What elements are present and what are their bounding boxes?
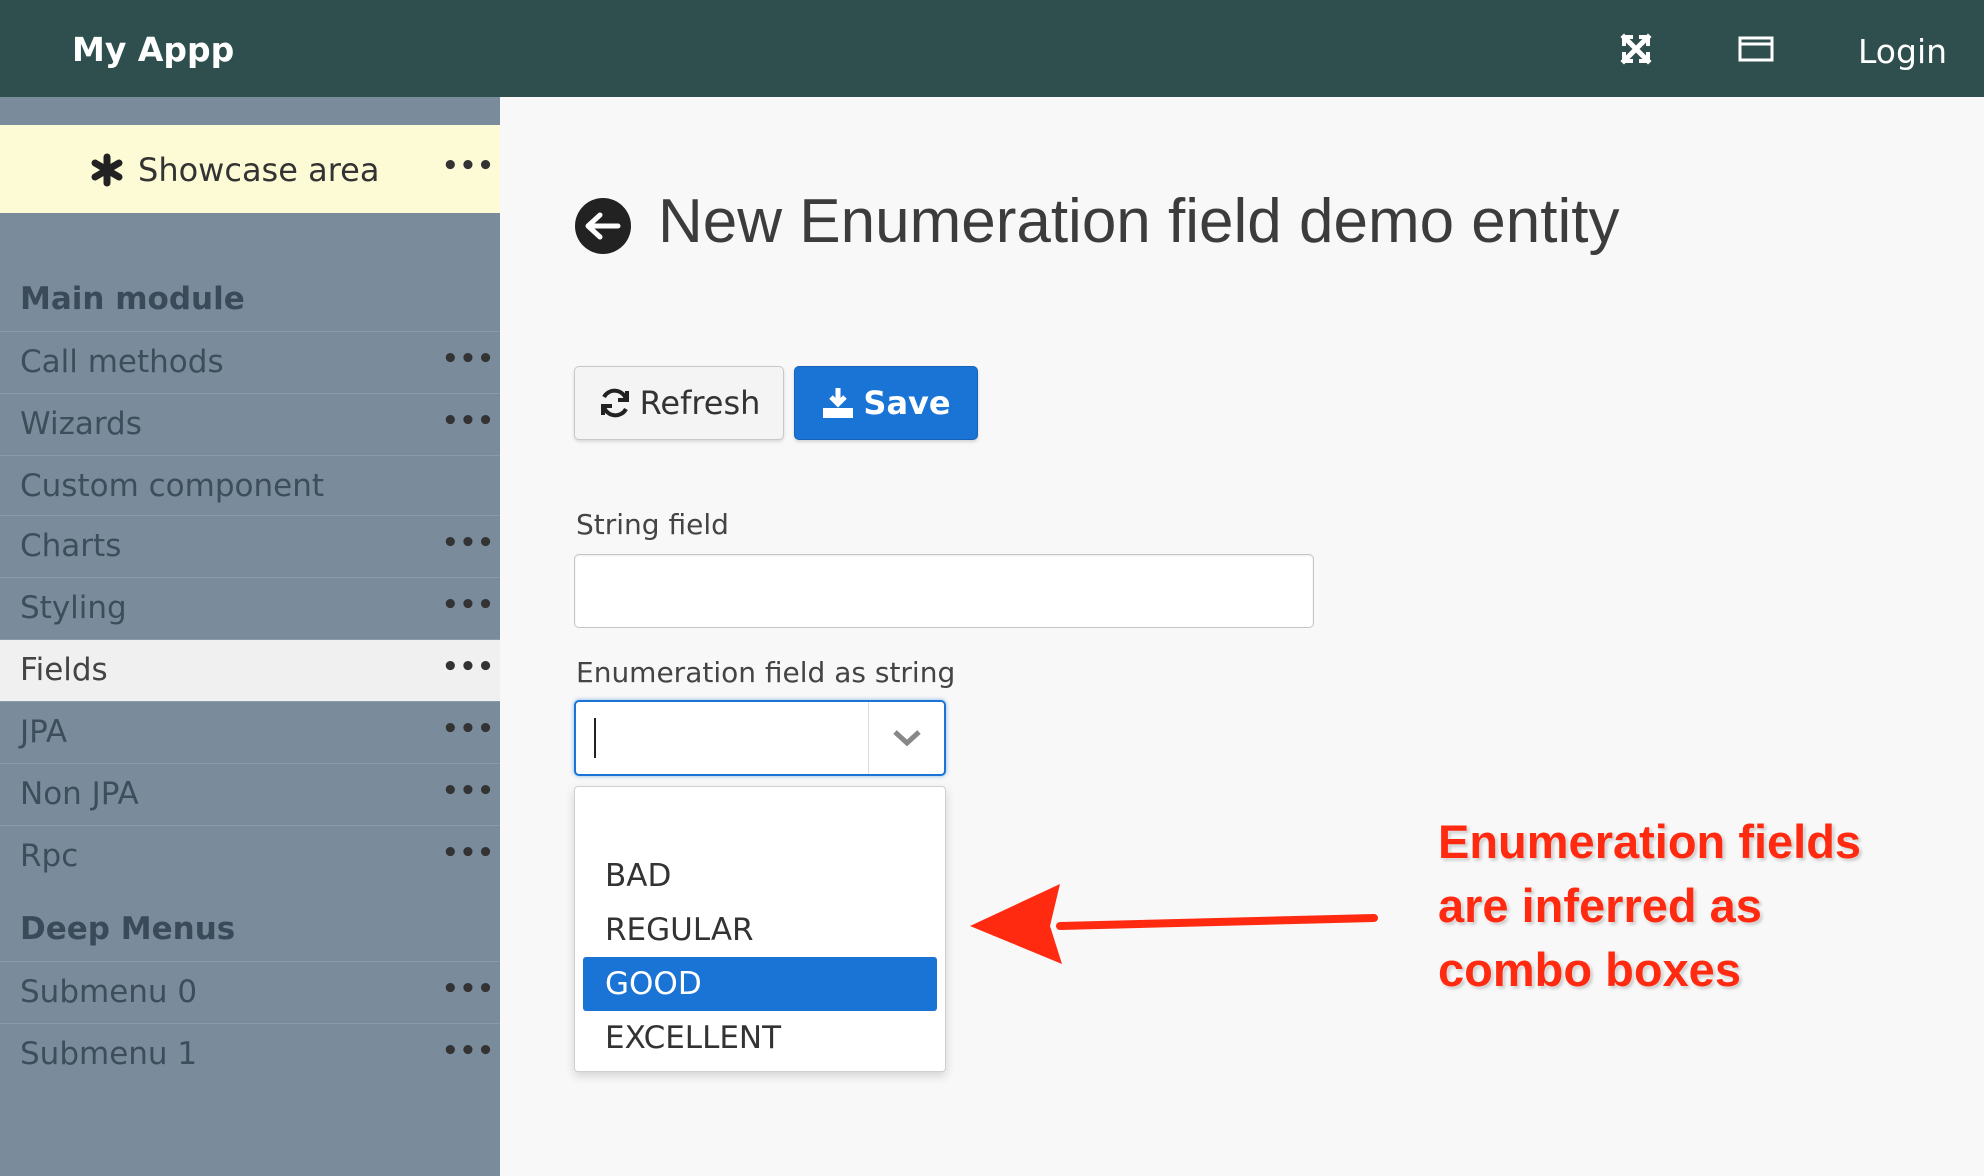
- option-bad[interactable]: BAD: [583, 849, 937, 903]
- sidebar-item-label: Submenu 1: [20, 1036, 198, 1072]
- option-excellent[interactable]: EXCELLENT: [583, 1011, 937, 1065]
- sidebar-item-label: Call methods: [20, 344, 224, 380]
- showcase-area[interactable]: Showcase area •••: [0, 125, 500, 213]
- section-main-module: Main module: [20, 281, 245, 317]
- sidebar-item-label: Charts: [20, 528, 122, 564]
- sidebar-item-submenu-0[interactable]: Submenu 0 •••: [0, 961, 500, 1023]
- page-title: New Enumeration field demo entity: [658, 187, 1620, 256]
- enum-combo-box[interactable]: [574, 700, 946, 776]
- sidebar-item-non-jpa[interactable]: Non JPA •••: [0, 763, 500, 825]
- string-field-input[interactable]: [574, 554, 1314, 628]
- sidebar-item-label: Fields: [20, 652, 108, 688]
- sidebar-item-call-methods[interactable]: Call methods •••: [0, 331, 500, 393]
- annotation-arrow-icon: [970, 884, 1378, 964]
- sidebar-item-rpc[interactable]: Rpc •••: [0, 825, 500, 887]
- option-regular[interactable]: REGULAR: [583, 903, 937, 957]
- chevron-down-icon[interactable]: [868, 702, 944, 774]
- sidebar-item-label: Submenu 0: [20, 974, 198, 1010]
- sidebar-item-label: Wizards: [20, 406, 142, 442]
- sidebar-item-jpa[interactable]: JPA •••: [0, 701, 500, 763]
- more-icon[interactable]: •••: [442, 776, 495, 806]
- sidebar-item-label: Styling: [20, 590, 127, 626]
- window-icon[interactable]: [1731, 24, 1781, 74]
- sidebar-item-label: Rpc: [20, 838, 79, 874]
- enum-field-label: Enumeration field as string: [576, 656, 956, 689]
- showcase-label: Showcase area: [138, 151, 380, 189]
- option-empty[interactable]: [583, 795, 937, 849]
- download-icon: [823, 388, 854, 418]
- more-icon[interactable]: •••: [442, 838, 495, 868]
- save-button[interactable]: Save: [794, 366, 978, 440]
- refresh-button[interactable]: Refresh: [574, 366, 784, 440]
- more-icon[interactable]: •••: [442, 714, 495, 744]
- sidebar-item-wizards[interactable]: Wizards •••: [0, 393, 500, 455]
- sidebar-item-label: JPA: [20, 714, 68, 750]
- asterisk-icon: [91, 153, 123, 187]
- annotation-line: combo boxes: [1438, 943, 1741, 996]
- showcase-menu-icon[interactable]: •••: [442, 151, 495, 181]
- refresh-label: Refresh: [639, 384, 761, 422]
- option-good[interactable]: GOOD: [583, 957, 937, 1011]
- top-bar: My Appp Login: [0, 0, 1984, 97]
- more-icon[interactable]: •••: [442, 528, 495, 558]
- section-deep-menus: Deep Menus: [20, 911, 236, 947]
- annotation-line: are inferred as: [1438, 879, 1762, 932]
- more-icon[interactable]: •••: [442, 974, 495, 1004]
- more-icon[interactable]: •••: [442, 590, 495, 620]
- app-title[interactable]: My Appp: [72, 30, 234, 69]
- sidebar: Showcase area ••• Main module Call metho…: [0, 97, 500, 1176]
- save-label: Save: [863, 384, 951, 422]
- annotation-text: Enumeration fields are inferred as combo…: [1438, 810, 1958, 1002]
- enum-dropdown-list: BAD REGULAR GOOD EXCELLENT: [574, 786, 946, 1072]
- more-icon[interactable]: •••: [442, 652, 495, 682]
- sidebar-item-custom-component[interactable]: Custom component: [0, 455, 500, 517]
- string-field-label: String field: [576, 508, 729, 541]
- sidebar-item-charts[interactable]: Charts •••: [0, 515, 500, 577]
- sidebar-item-styling[interactable]: Styling •••: [0, 577, 500, 639]
- sidebar-item-label: Custom component: [20, 468, 324, 504]
- annotation-line: Enumeration fields: [1438, 815, 1862, 868]
- more-icon[interactable]: •••: [442, 1036, 495, 1066]
- sidebar-item-fields[interactable]: Fields •••: [0, 639, 500, 701]
- back-arrow-icon[interactable]: [575, 198, 631, 254]
- sidebar-item-label: Non JPA: [20, 776, 139, 812]
- more-icon[interactable]: •••: [442, 344, 495, 374]
- text-caret: [594, 718, 596, 758]
- more-icon[interactable]: •••: [442, 406, 495, 436]
- refresh-icon: [600, 388, 629, 418]
- sidebar-item-submenu-1[interactable]: Submenu 1 •••: [0, 1023, 500, 1085]
- close-icon[interactable]: [1611, 24, 1661, 74]
- login-link[interactable]: Login: [1858, 32, 1947, 71]
